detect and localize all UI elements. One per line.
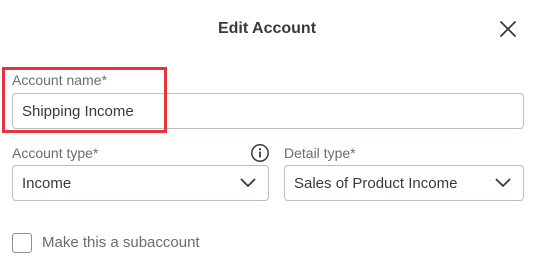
account-name-label: Account name* [12,72,107,88]
account-type-info-button[interactable] [250,143,270,163]
subaccount-checkbox[interactable] [12,233,32,253]
dialog-title: Edit Account [217,20,317,37]
account-type-label: Account type* [12,145,99,161]
detail-type-label: Detail type* [284,145,356,161]
close-icon [500,21,516,37]
detail-type-value: Sales of Product Income [294,174,458,192]
chevron-down-icon [483,166,523,200]
account-name-value: Shipping Income [22,102,134,120]
info-icon [251,144,269,162]
account-type-select[interactable]: Income [12,165,269,201]
edit-account-dialog: Edit Account Account name* Shipping Inco… [0,0,534,280]
close-button[interactable] [496,17,520,41]
subaccount-option[interactable]: Make this a subaccount [12,233,200,253]
subaccount-label: Make this a subaccount [42,234,200,251]
account-type-value: Income [22,174,72,192]
chevron-down-icon [228,166,268,200]
account-name-input[interactable]: Shipping Income [12,93,524,129]
detail-type-select[interactable]: Sales of Product Income [284,165,524,201]
